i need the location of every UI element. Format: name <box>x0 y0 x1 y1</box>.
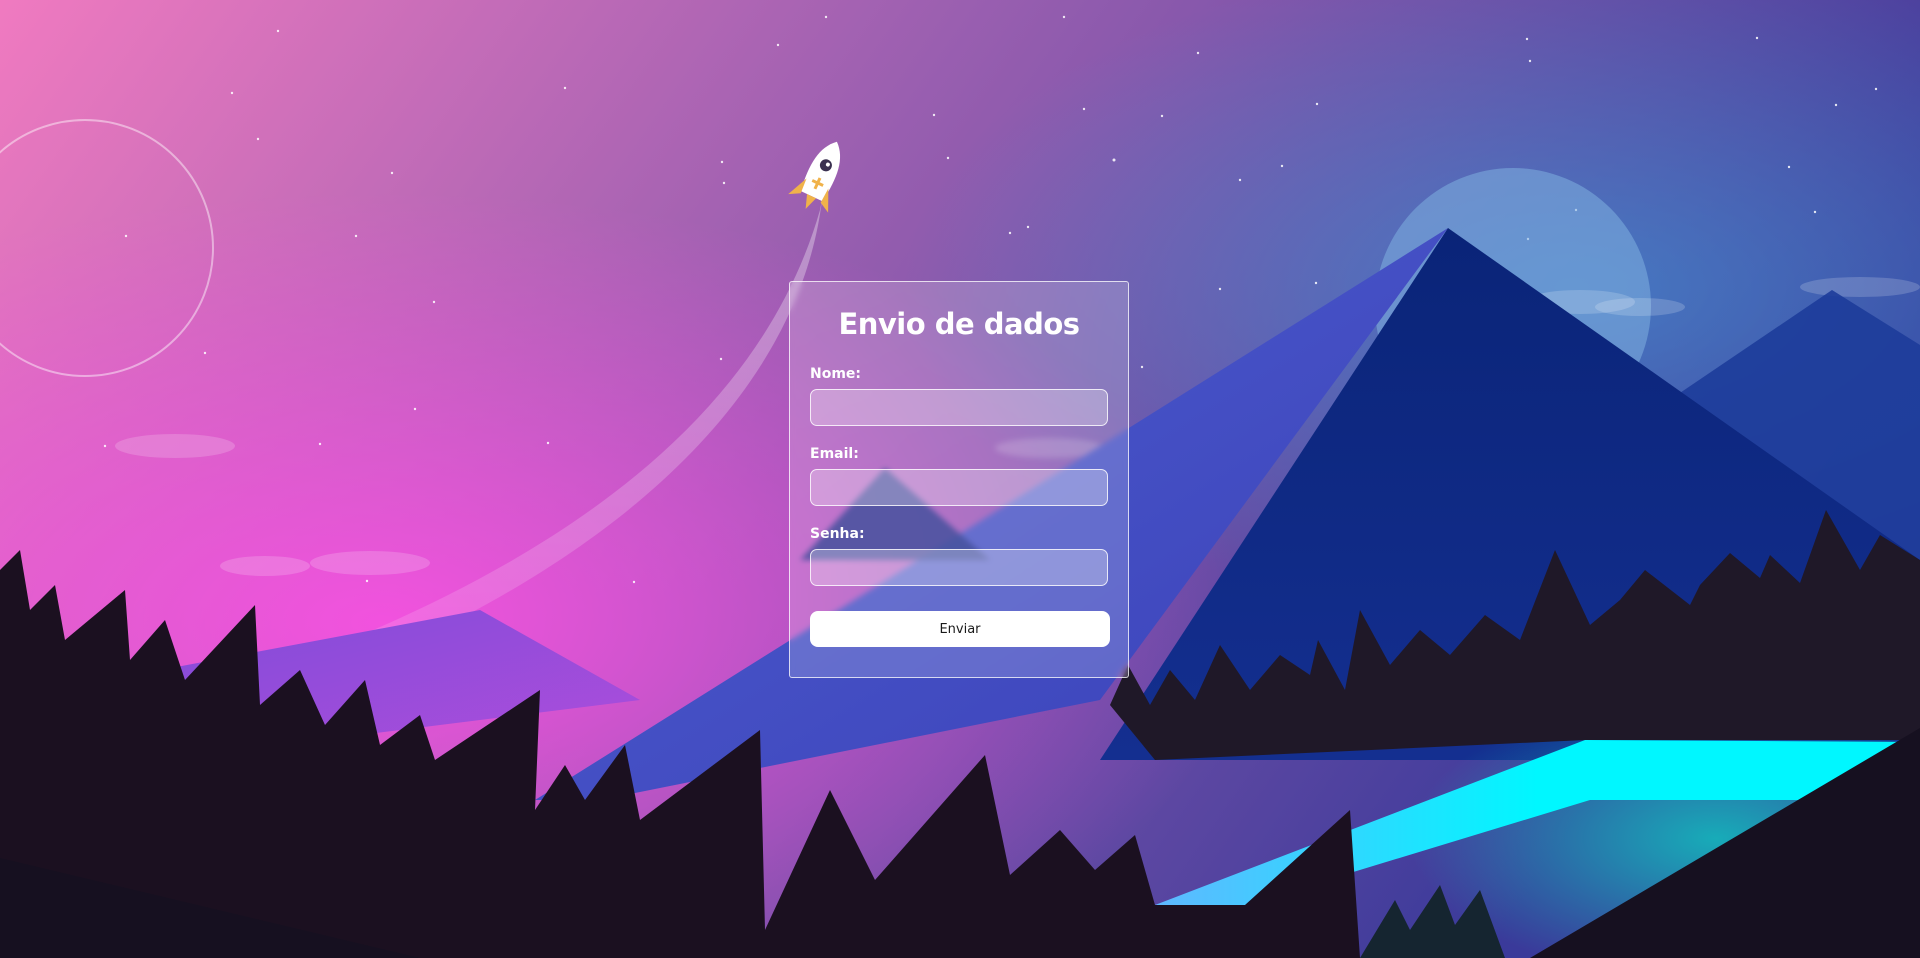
submit-button[interactable]: Enviar <box>810 611 1110 647</box>
email-input[interactable] <box>810 469 1108 506</box>
name-input[interactable] <box>810 389 1108 426</box>
email-label: Email: <box>810 446 859 462</box>
form-title: Envio de dados <box>838 307 1080 341</box>
password-label: Senha: <box>810 526 865 542</box>
data-submission-form: Envio de dados Nome: Email: Senha: Envia… <box>789 281 1129 678</box>
name-label: Nome: <box>810 366 862 382</box>
password-input[interactable] <box>810 549 1108 586</box>
